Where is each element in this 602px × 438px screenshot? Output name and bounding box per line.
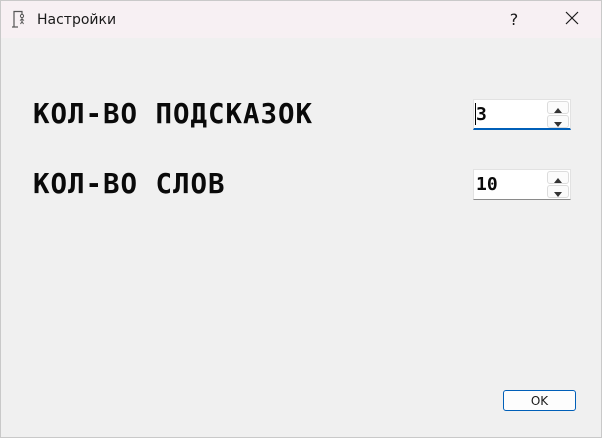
words-count-value[interactable]: 10 — [476, 174, 498, 196]
hints-count-label: КОЛ-ВО ПОДСКАЗОК — [33, 97, 314, 130]
words-count-spinbox[interactable]: 10 — [473, 169, 571, 200]
chevron-down-icon — [554, 112, 562, 131]
close-icon — [565, 10, 579, 29]
settings-dialog: Настройки ? КОЛ-ВО ПОДСКАЗОК 3 КОЛ-ВО СЛ… — [0, 0, 602, 438]
hints-decrement-button[interactable] — [547, 115, 569, 128]
hangman-icon — [11, 10, 27, 28]
hints-count-spinbox[interactable]: 3 — [473, 99, 571, 130]
close-button[interactable] — [549, 1, 595, 38]
words-count-label: КОЛ-ВО СЛОВ — [33, 167, 226, 200]
window-title: Настройки — [37, 12, 117, 28]
title-bar: Настройки ? — [1, 1, 601, 38]
help-button[interactable]: ? — [491, 1, 537, 38]
words-decrement-button[interactable] — [547, 185, 569, 198]
hints-count-value[interactable]: 3 — [476, 104, 487, 126]
chevron-down-icon — [554, 182, 562, 201]
ok-button[interactable]: OK — [503, 390, 576, 411]
